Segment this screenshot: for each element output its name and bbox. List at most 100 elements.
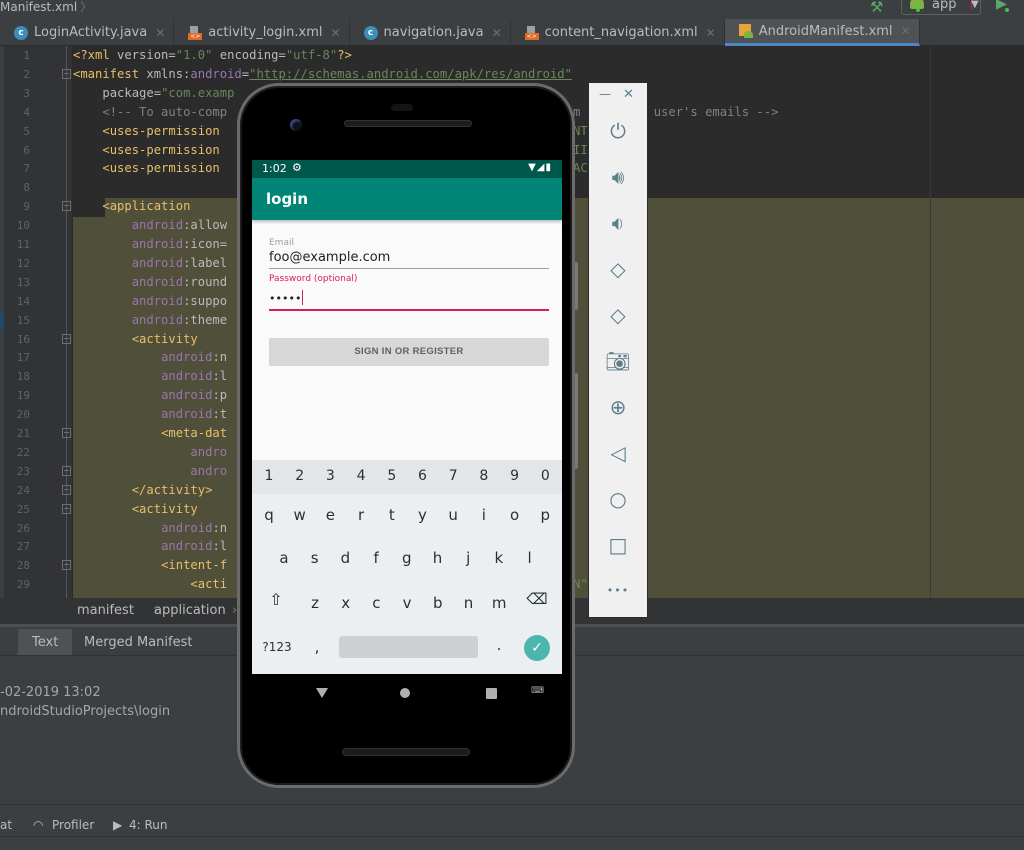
key-a[interactable]: a — [269, 549, 299, 567]
key-f[interactable]: f — [361, 549, 391, 567]
file-breadcrumb[interactable]: Manifest.xml 〉 — [0, 0, 92, 14]
code-token: :suppo — [183, 293, 228, 308]
soft-keyboard[interactable]: ⇧ ⌫ ?123 , . ✓ 1234567890 qwertyuiop asdfg… — [252, 460, 562, 674]
key-w[interactable]: w — [285, 506, 315, 524]
fold-toggle-icon[interactable]: − — [62, 503, 71, 514]
close-tab-icon[interactable]: ✕ — [706, 26, 716, 40]
key-2[interactable]: 2 — [285, 468, 315, 484]
period-key[interactable]: . — [484, 636, 514, 654]
key-y[interactable]: y — [408, 506, 438, 524]
key-6[interactable]: 6 — [408, 468, 438, 484]
email-field[interactable]: foo@example.com — [269, 250, 390, 265]
fold-toggle-icon[interactable]: − — [62, 484, 71, 495]
volume-up-icon[interactable]: 🔊︎ — [604, 163, 632, 191]
code-line: android:theme — [73, 311, 227, 330]
fold-toggle-icon[interactable]: − — [62, 333, 71, 344]
volume-down-icon[interactable]: 🔉︎ — [604, 209, 632, 237]
nav-home-icon[interactable] — [400, 688, 410, 698]
fold-guide — [66, 46, 67, 598]
key-m[interactable]: m — [484, 594, 514, 612]
password-field[interactable]: ••••• — [269, 290, 304, 305]
rotate-right-icon[interactable]: ◇ — [604, 301, 632, 329]
key-k[interactable]: k — [484, 549, 514, 567]
key-u[interactable]: u — [438, 506, 468, 524]
close-tab-icon[interactable]: ✕ — [330, 26, 340, 40]
symbols-key[interactable]: ?123 — [261, 640, 293, 654]
power-icon[interactable]: ⏻ — [604, 117, 632, 145]
key-e[interactable]: e — [315, 506, 345, 524]
key-d[interactable]: d — [330, 549, 360, 567]
fold-toggle-icon[interactable]: − — [62, 68, 71, 79]
key-r[interactable]: r — [346, 506, 376, 524]
tab-androidmanifest-xml[interactable]: AndroidManifest.xml ✕ — [724, 19, 920, 46]
tool-window-run[interactable]: 4: Run — [129, 818, 168, 832]
minimize-icon[interactable]: — — [599, 87, 611, 101]
key-i[interactable]: i — [469, 506, 499, 524]
rotate-left-icon[interactable]: ◇ — [604, 255, 632, 283]
sign-in-button[interactable]: SIGN IN OR REGISTER — [269, 338, 549, 366]
close-tab-icon[interactable]: ✕ — [901, 24, 911, 38]
fold-toggle-icon[interactable]: − — [62, 465, 71, 476]
tab-merged-manifest[interactable]: Merged Manifest — [70, 629, 206, 656]
run-configuration-dropdown[interactable]: app ▼ — [901, 0, 981, 15]
more-icon[interactable]: ••• — [604, 577, 632, 605]
shift-key[interactable]: ⇧ — [261, 590, 291, 609]
breadcrumb-manifest[interactable]: manifest — [77, 603, 134, 618]
key-g[interactable]: g — [392, 549, 422, 567]
key-l[interactable]: l — [515, 549, 545, 567]
camera-icon[interactable]: 📷︎ — [604, 347, 632, 375]
key-o[interactable]: o — [500, 506, 530, 524]
key-t[interactable]: t — [377, 506, 407, 524]
key-3[interactable]: 3 — [315, 468, 345, 484]
key-n[interactable]: n — [454, 594, 484, 612]
key-5[interactable]: 5 — [377, 468, 407, 484]
keyboard-switch-icon[interactable]: ⌨ — [531, 686, 544, 696]
key-8[interactable]: 8 — [469, 468, 499, 484]
tab-content-navigation-xml[interactable]: content_navigation.xml ✕ — [511, 19, 725, 46]
breadcrumb-application[interactable]: application — [154, 603, 226, 618]
key-7[interactable]: 7 — [438, 468, 468, 484]
overview-icon[interactable]: □ — [604, 531, 632, 559]
fold-toggle-icon[interactable]: − — [62, 428, 71, 438]
device-screen[interactable]: 1:02 ⚙ ▼◢▮ login Email foo@example.com P… — [252, 160, 562, 674]
backspace-icon[interactable]: ⌫ — [522, 590, 552, 608]
key-h[interactable]: h — [423, 549, 453, 567]
enter-check-icon[interactable]: ✓ — [524, 635, 550, 661]
comma-key[interactable]: , — [302, 638, 332, 656]
key-p[interactable]: p — [530, 506, 560, 524]
close-tab-icon[interactable]: ✕ — [155, 26, 165, 40]
key-9[interactable]: 9 — [500, 468, 530, 484]
tab-text[interactable]: Text — [18, 629, 73, 656]
fold-toggle-icon[interactable]: − — [62, 201, 71, 212]
code-token: android — [131, 237, 184, 251]
tool-window-profiler[interactable]: Profiler — [52, 818, 94, 832]
key-j[interactable]: j — [453, 549, 483, 567]
close-icon[interactable]: ✕ — [623, 87, 634, 102]
key-s[interactable]: s — [300, 549, 330, 567]
key-z[interactable]: z — [300, 594, 330, 612]
hammer-icon[interactable]: ⚒ — [870, 0, 890, 16]
tab-navigation-java[interactable]: c navigation.java ✕ — [350, 19, 511, 46]
key-c[interactable]: c — [361, 594, 391, 612]
key-q[interactable]: q — [254, 506, 284, 524]
key-0[interactable]: 0 — [530, 468, 560, 484]
key-1[interactable]: 1 — [254, 468, 284, 484]
close-tab-icon[interactable]: ✕ — [492, 26, 502, 40]
key-v[interactable]: v — [392, 594, 422, 612]
zoom-in-icon[interactable]: ⊕ — [604, 393, 632, 421]
breadcrumb-file[interactable]: Manifest.xml — [0, 0, 77, 14]
key-4[interactable]: 4 — [346, 468, 376, 484]
tab-loginactivity-java[interactable]: c LoginActivity.java ✕ — [0, 19, 175, 46]
fold-toggle-icon[interactable]: − — [62, 560, 71, 571]
run-icon[interactable]: ▶ — [996, 0, 1010, 14]
line-number: 5 — [23, 124, 30, 138]
nav-recents-icon[interactable] — [486, 688, 497, 699]
nav-back-icon[interactable] — [316, 688, 328, 698]
home-icon[interactable]: ○ — [604, 485, 632, 513]
space-bar[interactable] — [339, 636, 478, 658]
tab-activity-login-xml[interactable]: activity_login.xml ✕ — [174, 19, 350, 46]
back-icon[interactable]: ◁ — [604, 439, 632, 467]
key-b[interactable]: b — [423, 594, 453, 612]
key-x[interactable]: x — [331, 594, 361, 612]
tool-window-logcat[interactable]: at — [0, 818, 12, 832]
